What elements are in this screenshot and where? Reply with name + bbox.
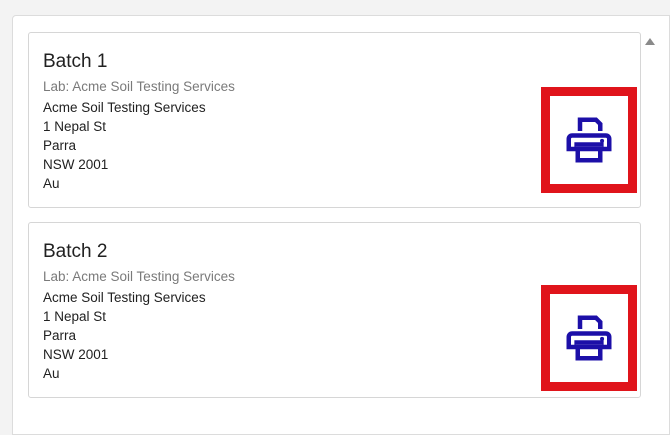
address-line: Acme Soil Testing Services <box>43 100 206 115</box>
address-line: Parra <box>43 138 77 153</box>
print-button[interactable] <box>541 285 637 391</box>
address-line: NSW 2001 <box>43 347 109 362</box>
address-line: Acme Soil Testing Services <box>43 290 206 305</box>
address-line: Au <box>43 176 60 191</box>
address-line: 1 Nepal St <box>43 309 107 324</box>
lab-label: Lab: Acme Soil Testing Services <box>43 79 235 94</box>
batch-title: Batch 2 <box>43 241 108 262</box>
batch-title: Batch 1 <box>43 51 108 72</box>
lab-address: Acme Soil Testing Services 1 Nepal St Pa… <box>43 288 206 383</box>
address-line: NSW 2001 <box>43 157 109 172</box>
address-line: 1 Nepal St <box>43 119 107 134</box>
address-line: Au <box>43 366 60 381</box>
address-line: Parra <box>43 328 77 343</box>
printer-icon <box>566 117 612 163</box>
printer-icon <box>566 315 612 361</box>
scroll-up-arrow[interactable] <box>645 38 655 45</box>
batch-card: Batch 2 Lab: Acme Soil Testing Services … <box>28 222 641 398</box>
lab-address: Acme Soil Testing Services 1 Nepal St Pa… <box>43 98 206 193</box>
print-button[interactable] <box>541 87 637 193</box>
batch-card: Batch 1 Lab: Acme Soil Testing Services … <box>28 32 641 208</box>
lab-label: Lab: Acme Soil Testing Services <box>43 269 235 284</box>
